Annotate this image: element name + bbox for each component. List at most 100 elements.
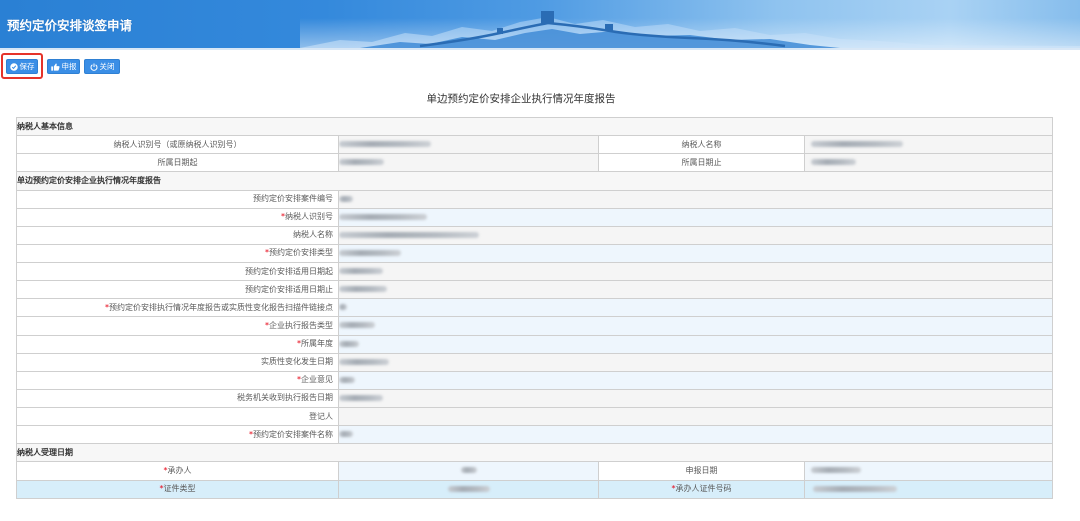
- case-number-field[interactable]: [338, 189, 1053, 209]
- redacted-value: [811, 467, 861, 474]
- power-icon: [90, 63, 97, 71]
- redacted-value: [339, 141, 431, 148]
- field-label-text: 预约定价安排类型: [269, 248, 333, 258]
- field-label-text: 纳税人识别号: [285, 212, 333, 222]
- redacted-value: [447, 485, 490, 492]
- field-label: *承办人: [16, 461, 339, 481]
- close-button-label: 关闭: [99, 62, 115, 71]
- page-title: 预约定价安排谈签申请: [7, 18, 133, 33]
- section-title-annual-report: 单边预约定价安排企业执行情况年度报告: [16, 171, 1053, 191]
- redacted-value: [339, 195, 353, 202]
- field-label: 纳税人识别号（或原纳税人识别号）: [16, 135, 339, 155]
- redacted-value: [339, 268, 383, 275]
- registrar-field[interactable]: [338, 406, 1053, 427]
- redacted-value: [339, 159, 384, 166]
- section-row: 单边预约定价安排企业执行情况年度报告: [16, 171, 1053, 191]
- report-form: 纳税人基本信息 纳税人识别号（或原纳税人识别号） 纳税人名称 所属日期起 所属日…: [16, 116, 1053, 499]
- close-button[interactable]: 关闭: [84, 59, 120, 74]
- applicable-start-date-field[interactable]: [338, 261, 1053, 282]
- report-type-field[interactable]: [338, 316, 1053, 336]
- save-button[interactable]: 保存: [6, 59, 38, 74]
- scan-link-field[interactable]: [338, 298, 1053, 318]
- icon-cuff: [50, 65, 53, 71]
- report-title: 单边预约定价安排企业执行情况年度报告: [426, 93, 616, 105]
- applicable-end-date-field[interactable]: [338, 280, 1053, 300]
- period-start-field[interactable]: [338, 153, 599, 173]
- form-row-selected: *证件类型 *承办人证件号码: [16, 479, 1053, 499]
- form-row: 预约定价安排案件编号: [16, 189, 1053, 209]
- form-row: *预约定价安排案件名称: [16, 425, 1053, 445]
- banner-divider: [0, 48, 1080, 50]
- redacted-value: [339, 213, 427, 220]
- handler-id-number-field[interactable]: [804, 479, 1053, 499]
- redacted-value: [339, 322, 375, 329]
- field-label: *纳税人识别号: [16, 207, 339, 227]
- redacted-value: [339, 231, 479, 238]
- change-date-field[interactable]: [338, 352, 1053, 372]
- icon-circle: [9, 62, 18, 71]
- watchtower-small: [497, 28, 503, 34]
- redacted-value: [339, 249, 401, 256]
- field-label-text: 企业执行报告类型: [269, 320, 333, 330]
- filing-date-field[interactable]: [804, 461, 1053, 481]
- form-row: *预约定价安排类型: [16, 243, 1053, 264]
- period-end-field[interactable]: [804, 153, 1053, 173]
- field-label: 纳税人名称: [16, 225, 339, 245]
- field-label: 所属日期起: [16, 153, 339, 173]
- field-label-text: 预约定价安排执行情况年度报告或实质性变化报告扫描件链接点: [109, 302, 333, 312]
- save-button-label: 保存: [19, 62, 35, 71]
- redacted-value: [339, 340, 359, 347]
- redacted-value: [339, 394, 383, 401]
- form-row: 预约定价安排适用日期起: [16, 261, 1053, 282]
- section-row: 纳税人基本信息: [16, 116, 1053, 137]
- field-label: *预约定价安排案件名称: [16, 425, 339, 445]
- field-label-text: 纳税人识别号（或原纳税人识别号）: [113, 139, 242, 149]
- taxpayer-name-field[interactable]: [338, 225, 1053, 245]
- id-type-field[interactable]: [338, 479, 599, 499]
- basic-taxpayer-id-field[interactable]: [338, 135, 599, 155]
- check-circle-icon: [9, 62, 18, 71]
- taxpayer-id-field[interactable]: [338, 207, 1053, 227]
- arrangement-type-field[interactable]: [338, 243, 1053, 264]
- field-label: *企业执行报告类型: [16, 316, 339, 336]
- field-label-text: 所属日期起: [157, 157, 198, 167]
- field-label-text: 税务机关收到执行报告日期: [237, 393, 333, 403]
- field-label: 申报日期: [598, 461, 805, 481]
- field-label: *承办人证件号码: [598, 479, 805, 499]
- field-label-text: 申报日期: [685, 465, 718, 475]
- form-row: 预约定价安排适用日期止: [16, 280, 1053, 300]
- field-label: 预约定价安排案件编号: [16, 189, 339, 209]
- field-label-text: 纳税人名称: [293, 230, 333, 240]
- submit-button[interactable]: 申报: [47, 59, 80, 74]
- fiscal-year-field[interactable]: [338, 334, 1053, 354]
- handler-field[interactable]: [338, 461, 599, 481]
- form-row: 登记人: [16, 406, 1053, 427]
- watchtower-small: [605, 24, 613, 31]
- form-row: *所属年度: [16, 334, 1053, 354]
- redacted-value: [813, 485, 897, 492]
- form-row: *企业执行报告类型: [16, 316, 1053, 336]
- enterprise-opinion-field[interactable]: [338, 370, 1053, 390]
- receipt-date-field[interactable]: [338, 388, 1053, 409]
- icon-hand: [53, 63, 60, 71]
- field-label-text: 承办人: [167, 465, 192, 475]
- field-label: 纳税人名称: [598, 135, 805, 155]
- form-row: 纳税人识别号（或原纳税人识别号） 纳税人名称: [16, 135, 1053, 155]
- field-label-text: 证件类型: [163, 484, 196, 494]
- basic-taxpayer-name-field[interactable]: [804, 135, 1053, 155]
- thumbs-up-icon: [50, 63, 60, 71]
- field-label-text: 企业意见: [301, 375, 333, 385]
- form-row: 纳税人名称: [16, 225, 1053, 245]
- field-label-text: 所属年度: [301, 339, 333, 349]
- case-name-field[interactable]: [338, 425, 1053, 445]
- field-label: *预约定价安排类型: [16, 243, 339, 264]
- header-banner: 预约定价安排谈签申请: [0, 0, 1080, 48]
- redacted-value: [811, 159, 856, 166]
- form-row: *预约定价安排执行情况年度报告或实质性变化报告扫描件链接点: [16, 298, 1053, 318]
- redacted-value: [339, 304, 347, 311]
- submit-button-label: 申报: [61, 62, 77, 71]
- form-row: 税务机关收到执行报告日期: [16, 388, 1053, 409]
- field-label-text: 所属日期止: [681, 157, 722, 167]
- redacted-value: [811, 141, 903, 148]
- field-label: 预约定价安排适用日期起: [16, 261, 339, 282]
